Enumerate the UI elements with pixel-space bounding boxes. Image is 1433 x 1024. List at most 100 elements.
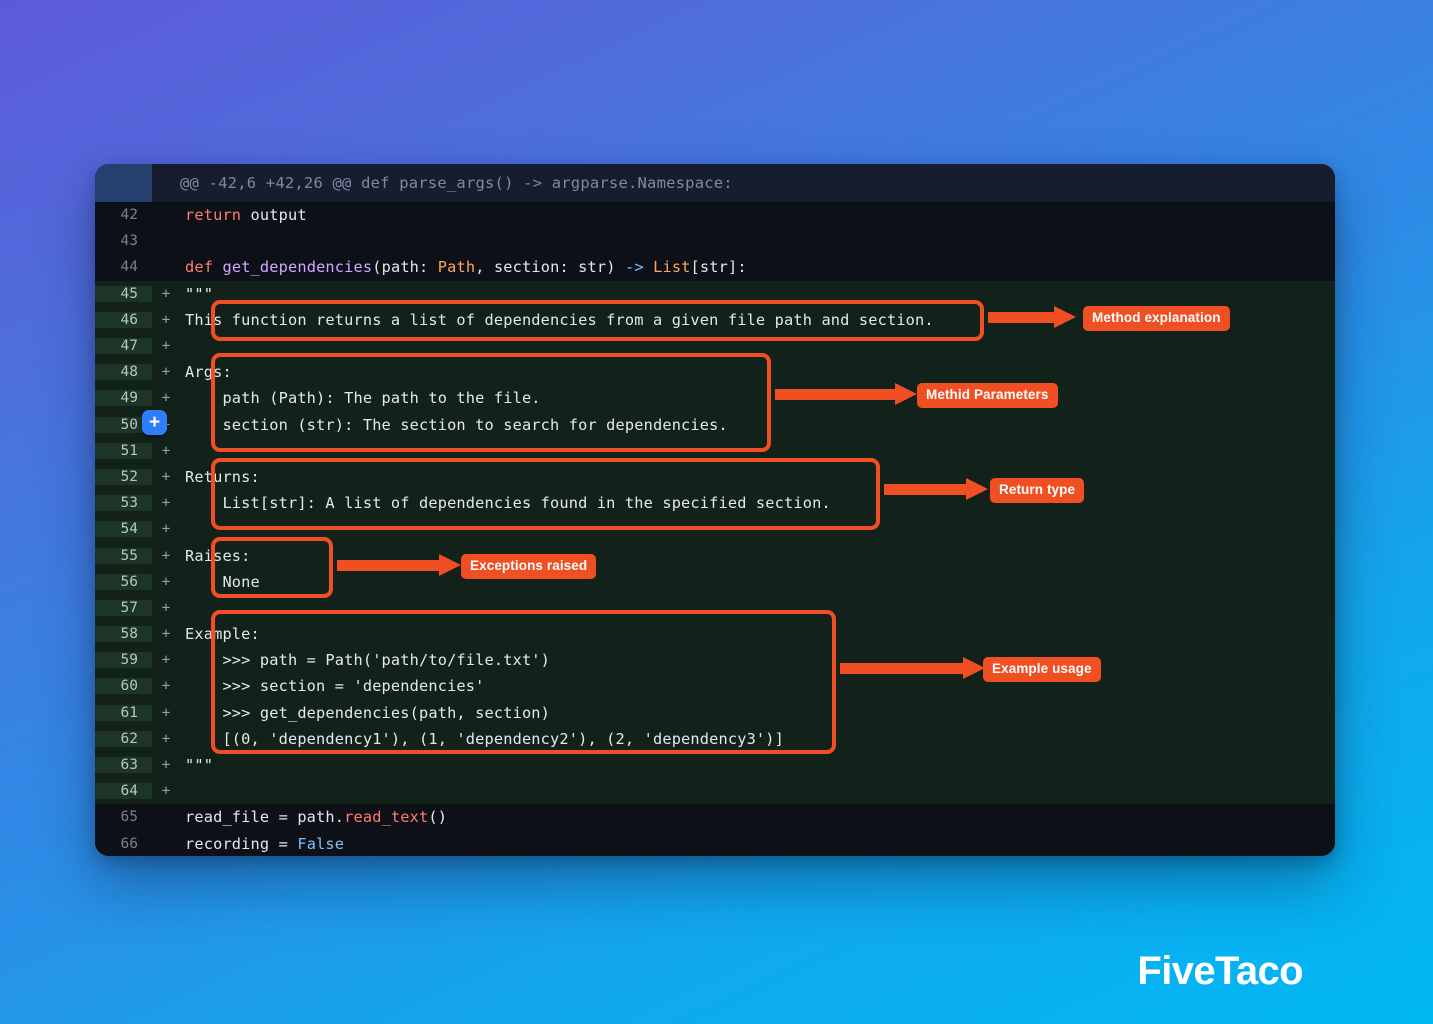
- diff-line-number: 54: [95, 521, 152, 538]
- diff-line-number: 42: [95, 207, 152, 224]
- annotation-label-method-explanation: Method explanation: [1083, 306, 1230, 331]
- diff-line-number: 60: [95, 678, 152, 695]
- arrow-example-usage: [840, 657, 985, 679]
- diff-line-code: recording = False: [185, 834, 345, 853]
- diff-line-code: >>> section = 'dependencies': [185, 677, 485, 696]
- diff-line-sign: +: [152, 285, 180, 302]
- diff-line-row[interactable]: 49 + path (Path): The path to the file.: [95, 385, 1335, 412]
- arrow-return-type: [884, 478, 988, 500]
- diff-line-number: 43: [95, 233, 152, 250]
- diff-line-row[interactable]: 42 return output: [95, 202, 1335, 229]
- diff-line-sign: +: [152, 442, 180, 459]
- diff-line-code: >>> get_dependencies(path, section): [185, 703, 551, 722]
- diff-line-row[interactable]: 62 + [(0, 'dependency1'), (1, 'dependency…: [95, 725, 1335, 752]
- diff-line-number: 53: [95, 495, 152, 512]
- diff-line-row[interactable]: 61 + >>> get_dependencies(path, section): [95, 699, 1335, 726]
- diff-line-sign: +: [152, 599, 180, 616]
- diff-line-code: Returns:: [185, 467, 260, 486]
- diff-line-code: List[str]: A list of dependencies found …: [185, 494, 831, 513]
- diff-line-row[interactable]: 60 + >>> section = 'dependencies': [95, 673, 1335, 700]
- diff-line-sign: +: [152, 364, 180, 381]
- diff-line-number: 56: [95, 573, 152, 590]
- diff-line-number: 66: [95, 835, 152, 852]
- diff-line-number: 63: [95, 757, 152, 774]
- diff-line-number: 64: [95, 783, 152, 800]
- diff-line-number: 46: [95, 311, 152, 328]
- diff-line-number: 51: [95, 442, 152, 459]
- diff-line-sign: +: [152, 521, 180, 538]
- diff-line-number: 44: [95, 259, 152, 276]
- diff-line-sign: +: [152, 704, 180, 721]
- diff-line-number: 57: [95, 599, 152, 616]
- diff-line-code: path (Path): The path to the file.: [185, 389, 541, 408]
- annotation-label-return-type: Return type: [990, 478, 1085, 503]
- annotation-label-example-usage: Example usage: [983, 657, 1101, 682]
- diff-line-number: 47: [95, 338, 152, 355]
- diff-line-row[interactable]: 47 +: [95, 332, 1335, 360]
- diff-line-row[interactable]: 65 read_file = path.read_text(): [95, 804, 1335, 831]
- diff-line-code: def get_dependencies(path: Path, section…: [185, 258, 747, 277]
- diff-line-number: 45: [95, 285, 152, 302]
- diff-line-row[interactable]: 52 + Returns:: [95, 463, 1335, 491]
- diff-line-code: section (str): The section to search for…: [185, 415, 728, 434]
- diff-line-sign: +: [152, 730, 180, 747]
- diff-line-code: Example:: [185, 625, 260, 644]
- diff-line-row[interactable]: 64 +: [95, 778, 1335, 805]
- arrow-method-parameters: [775, 383, 917, 405]
- arrow-method-explanation: [988, 306, 1076, 328]
- diff-line-sign: +: [152, 783, 180, 800]
- diff-line-sign: +: [152, 626, 180, 643]
- hunk-sign-column: [152, 164, 180, 202]
- annotation-label-exceptions-raised: Exceptions raised: [461, 554, 597, 579]
- code-diff-card: @@ -42,6 +42,26 @@ def parse_args() -> a…: [95, 164, 1335, 856]
- diff-line-row[interactable]: 55 + Raises:: [95, 542, 1335, 569]
- diff-line-sign: +: [152, 757, 180, 774]
- diff-line-number: 65: [95, 809, 152, 826]
- hunk-gutter: [95, 164, 152, 202]
- brand-logo: FiveTaco: [1137, 949, 1303, 993]
- diff-line-row[interactable]: 59 + >>> path = Path('path/to/file.txt'): [95, 647, 1335, 674]
- diff-line-sign: +: [152, 652, 180, 669]
- diff-line-row[interactable]: 50+ section (str): The section to search…: [95, 411, 1335, 438]
- diff-line-number: 59: [95, 652, 152, 669]
- diff-line-row[interactable]: 54 +: [95, 516, 1335, 543]
- diff-line-row[interactable]: 63 + """: [95, 751, 1335, 779]
- diff-line-number: 62: [95, 730, 152, 747]
- diff-line-row[interactable]: 48 + Args:: [95, 359, 1335, 386]
- diff-line-row[interactable]: 66 recording = False: [95, 830, 1335, 856]
- annotation-label-method-parameters: Methid Parameters: [917, 383, 1058, 408]
- diff-line-row[interactable]: 44 def get_dependencies(path: Path, secti…: [95, 254, 1335, 281]
- diff-line-row[interactable]: 45 + """: [95, 280, 1335, 307]
- diff-hunk-header: @@ -42,6 +42,26 @@ def parse_args() -> a…: [95, 164, 1335, 202]
- diff-line-row[interactable]: 58 + Example:: [95, 621, 1335, 648]
- diff-line-code: Args:: [185, 363, 232, 382]
- diff-line-code: return output: [185, 206, 307, 225]
- diff-line-row[interactable]: 43: [95, 228, 1335, 255]
- diff-line-sign: +: [152, 338, 180, 355]
- diff-line-row[interactable]: 51 +: [95, 437, 1335, 464]
- diff-line-number: 48: [95, 364, 152, 381]
- hunk-header-text: @@ -42,6 +42,26 @@ def parse_args() -> a…: [180, 174, 733, 192]
- diff-line-row[interactable]: 57 +: [95, 594, 1335, 621]
- diff-line-number: 55: [95, 547, 152, 564]
- diff-line-number: 61: [95, 704, 152, 721]
- diff-line-row[interactable]: 53 + List[str]: A list of dependencies fo…: [95, 490, 1335, 517]
- diff-line-sign: +: [152, 390, 180, 407]
- diff-line-code: """: [185, 284, 214, 303]
- diff-line-code: [(0, 'dependency1'), (1, 'dependency2'),…: [185, 729, 785, 748]
- diff-line-sign: +: [152, 573, 180, 590]
- diff-code-rows: 42 return output 43 44 def get_dependencies(…: [95, 202, 1335, 856]
- diff-line-sign: +: [152, 678, 180, 695]
- diff-line-number: 52: [95, 468, 152, 485]
- diff-line-sign: +: [152, 547, 180, 564]
- diff-line-sign: +: [152, 468, 180, 485]
- arrow-exceptions-raised: [337, 554, 461, 576]
- diff-line-sign: +: [152, 311, 180, 328]
- diff-line-sign: +: [152, 495, 180, 512]
- diff-line-row[interactable]: 56 + None: [95, 568, 1335, 595]
- diff-line-code: read_file = path.read_text(): [185, 808, 448, 827]
- diff-line-number: 49: [95, 390, 152, 407]
- diff-line-number: 58: [95, 626, 152, 643]
- add-comment-button[interactable]: +: [142, 410, 167, 435]
- diff-line-code: >>> path = Path('path/to/file.txt'): [185, 651, 551, 670]
